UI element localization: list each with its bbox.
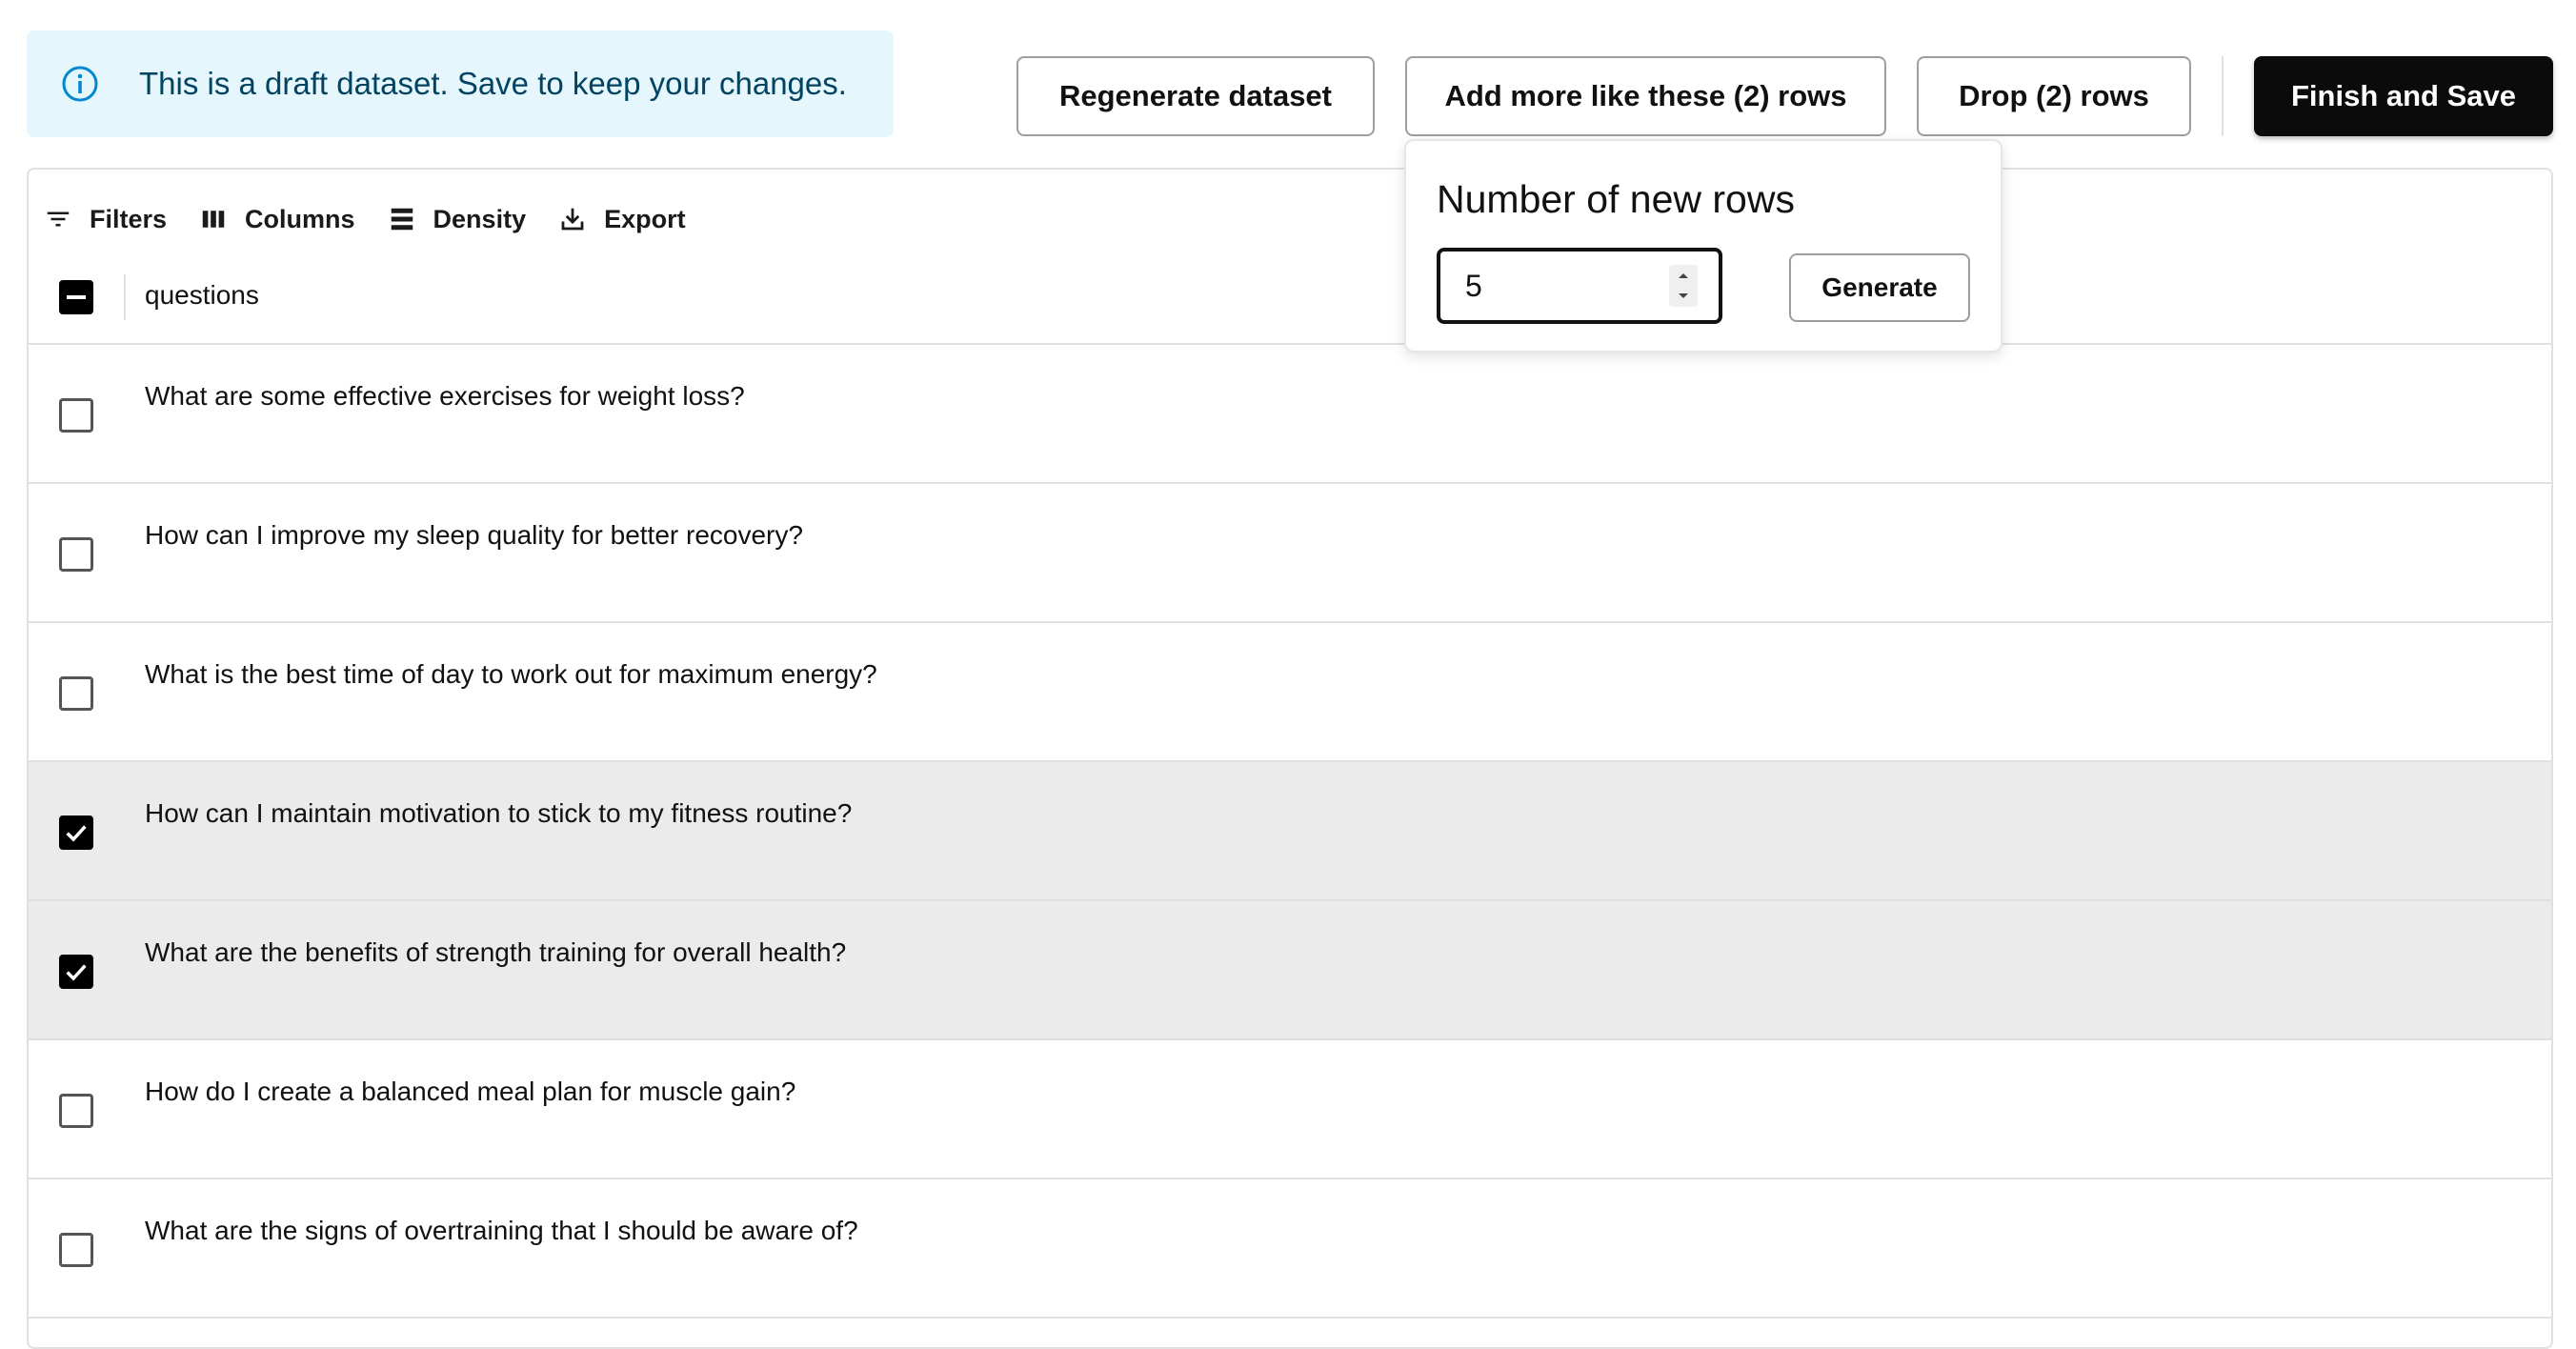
columns-icon xyxy=(202,211,225,228)
drop-rows-button[interactable]: Drop (2) rows xyxy=(1917,56,2191,136)
export-icon xyxy=(561,208,584,231)
number-spinner[interactable] xyxy=(1669,265,1698,307)
data-grid: Filters Columns Density Export questions… xyxy=(27,168,2553,1349)
question-cell: What are the signs of overtraining that … xyxy=(145,1216,858,1245)
density-button[interactable]: Density xyxy=(388,204,527,234)
density-icon xyxy=(391,208,413,231)
export-button[interactable]: Export xyxy=(558,205,686,234)
question-cell: What are the benefits of strength traini… xyxy=(145,937,847,967)
draft-alert: This is a draft dataset. Save to keep yo… xyxy=(27,30,894,137)
toolbar-divider xyxy=(2222,56,2224,136)
info-icon xyxy=(59,63,101,105)
columns-label: Columns xyxy=(245,204,355,233)
row-checkbox[interactable] xyxy=(59,955,93,989)
question-cell: What are some effective exercises for we… xyxy=(145,381,745,411)
column-header-questions[interactable]: questions xyxy=(145,280,259,311)
select-all-checkbox[interactable] xyxy=(59,280,93,314)
question-cell: How can I maintain motivation to stick t… xyxy=(145,798,853,828)
regenerate-dataset-button[interactable]: Regenerate dataset xyxy=(1016,56,1375,136)
filters-label: Filters xyxy=(90,204,168,233)
row-checkbox[interactable] xyxy=(59,1233,93,1267)
column-separator xyxy=(124,274,126,320)
spin-down-icon[interactable] xyxy=(1676,292,1691,301)
table-row[interactable]: What are some effective exercises for we… xyxy=(29,345,2551,484)
popover-title: Number of new rows xyxy=(1437,177,1795,221)
table-row[interactable]: What are the benefits of strength traini… xyxy=(29,901,2551,1040)
spin-up-icon[interactable] xyxy=(1676,271,1691,280)
indeterminate-icon xyxy=(67,295,86,299)
column-header-row: questions xyxy=(29,250,2551,345)
row-checkbox[interactable] xyxy=(59,676,93,711)
question-cell: What is the best time of day to work out… xyxy=(145,659,877,689)
alert-message: This is a draft dataset. Save to keep yo… xyxy=(139,66,847,101)
add-more-rows-button[interactable]: Add more like these (2) rows xyxy=(1405,56,1886,136)
number-of-rows-input[interactable]: 5 xyxy=(1437,248,1722,324)
row-checkbox[interactable] xyxy=(59,398,93,433)
export-label: Export xyxy=(604,204,686,233)
table-row[interactable]: How can I maintain motivation to stick t… xyxy=(29,762,2551,901)
grid-toolbar: Filters Columns Density Export xyxy=(44,191,718,248)
filters-button[interactable]: Filters xyxy=(44,205,167,234)
density-label: Density xyxy=(433,204,527,233)
row-checkbox[interactable] xyxy=(59,815,93,850)
question-cell: How can I improve my sleep quality for b… xyxy=(145,520,803,550)
question-cell: How do I create a balanced meal plan for… xyxy=(145,1077,796,1106)
finish-and-save-button[interactable]: Finish and Save xyxy=(2254,56,2553,136)
table-row[interactable]: How can I improve my sleep quality for b… xyxy=(29,484,2551,623)
generate-button[interactable]: Generate xyxy=(1789,253,1970,322)
number-input-value: 5 xyxy=(1465,268,1482,303)
checkmark-icon xyxy=(66,964,87,981)
table-row[interactable]: What is the best time of day to work out… xyxy=(29,623,2551,762)
row-checkbox[interactable] xyxy=(59,1094,93,1128)
table-row[interactable]: What are the signs of overtraining that … xyxy=(29,1179,2551,1319)
new-rows-popover: Number of new rows 5 Generate xyxy=(1404,139,2002,352)
checkmark-icon xyxy=(66,825,87,842)
row-checkbox[interactable] xyxy=(59,537,93,572)
filter-icon xyxy=(47,211,70,227)
table-row[interactable]: How do I create a balanced meal plan for… xyxy=(29,1040,2551,1179)
columns-button[interactable]: Columns xyxy=(199,205,355,234)
